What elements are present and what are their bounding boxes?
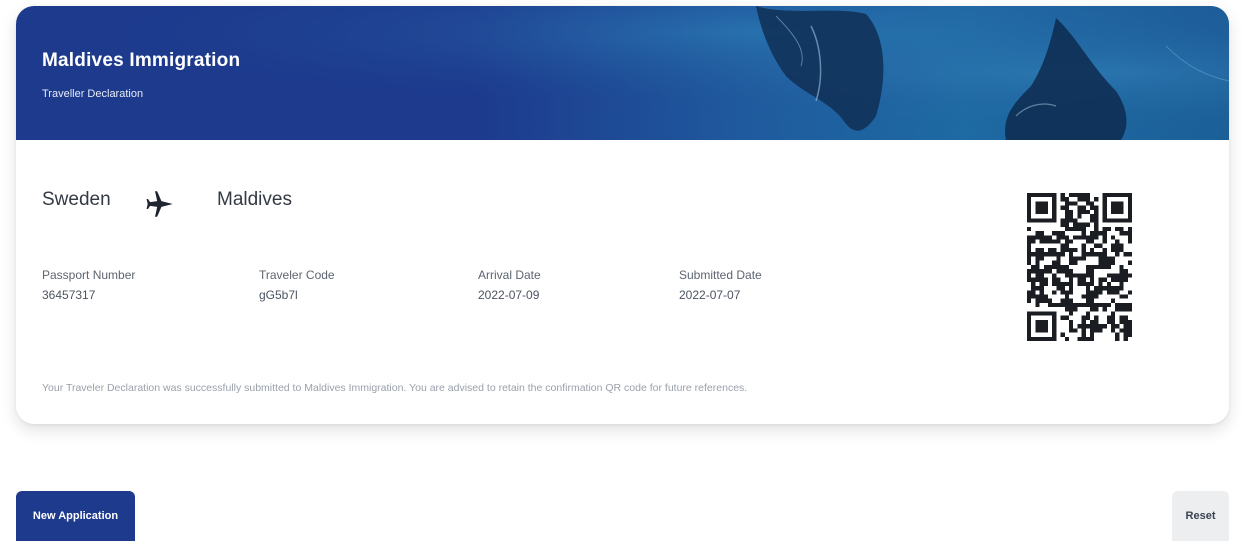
arrival-date-field: Arrival Date 2022-07-09 (478, 268, 541, 302)
banner-subtitle: Traveller Declaration (42, 88, 144, 100)
arrival-date-value: 2022-07-09 (478, 288, 540, 302)
origin-country: Sweden (42, 189, 111, 210)
page: Maldives Immigration Traveller Declarati… (0, 0, 1245, 541)
declaration-card: Maldives Immigration Traveller Declarati… (16, 6, 1229, 424)
new-application-button[interactable]: New Application (16, 491, 135, 541)
submitted-date-label: Submitted Date (679, 268, 762, 282)
traveler-code-label: Traveler Code (259, 268, 335, 282)
reset-button[interactable]: Reset (1172, 491, 1229, 541)
traveler-code-value: gG5b7l (259, 288, 298, 302)
submitted-date-field: Submitted Date 2022-07-07 (679, 268, 762, 302)
arrival-date-label: Arrival Date (478, 268, 541, 282)
confirmation-message: Your Traveler Declaration was successful… (42, 382, 748, 394)
header-banner: Maldives Immigration Traveller Declarati… (16, 6, 1229, 140)
destination-country: Maldives (217, 189, 292, 210)
banner-title: Maldives Immigration (42, 50, 241, 71)
airplane-icon (146, 191, 173, 217)
qr-code-icon (1027, 193, 1132, 341)
manta-ray-banner-image (16, 6, 1229, 140)
passport-number-label: Passport Number (42, 268, 136, 282)
passport-number-field: Passport Number 36457317 (42, 268, 135, 302)
traveler-code-field: Traveler Code gG5b7l (259, 268, 335, 302)
submitted-date-value: 2022-07-07 (679, 288, 741, 302)
passport-number-value: 36457317 (42, 288, 96, 302)
